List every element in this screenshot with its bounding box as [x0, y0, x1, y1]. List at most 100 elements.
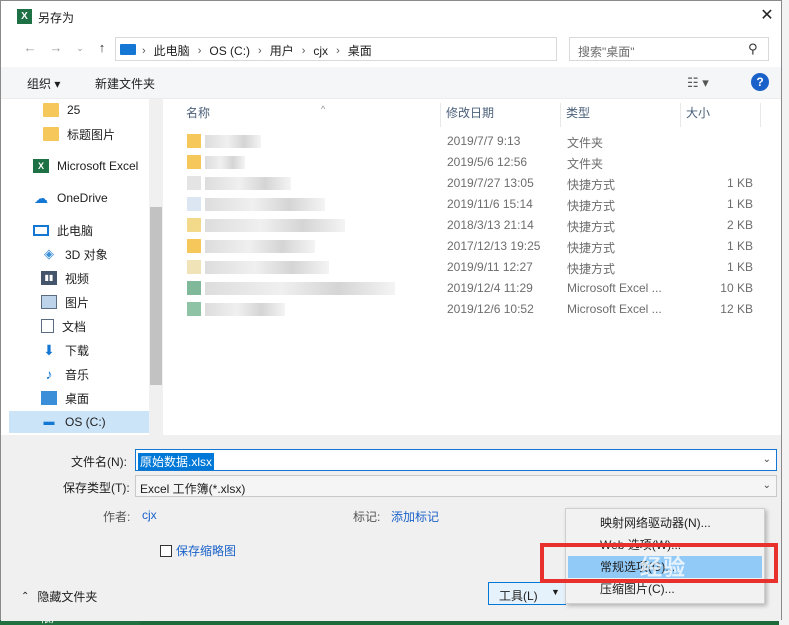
author-label: 作者:	[103, 510, 131, 524]
up-arrow-icon[interactable]: ↑	[93, 39, 111, 57]
menu-item-map-network-drive[interactable]: 映射网络驱动器(N)...	[568, 512, 762, 534]
shortcut-icon	[187, 218, 201, 232]
search-box[interactable]: 搜索"桌面" ⚲	[569, 37, 769, 61]
command-toolbar: 组织 ▾ 新建文件夹 ☷ ▾ ?	[1, 67, 781, 99]
chevron-right-icon[interactable]: ›	[198, 45, 202, 57]
documents-icon	[41, 319, 54, 333]
breadcrumb: › 此电脑 › OS (C:) › 用户 › cjx › 桌面	[142, 42, 372, 59]
chevron-right-icon[interactable]: ›	[302, 45, 306, 57]
pictures-icon	[41, 295, 57, 309]
sidebar-item-3d-objects[interactable]: ◈ 3D 对象	[9, 243, 149, 265]
3d-objects-icon: ◈	[44, 246, 54, 261]
breadcrumb-users[interactable]: 用户	[270, 42, 294, 59]
filename-label: 文件名(N):	[71, 455, 127, 469]
breadcrumb-os-c[interactable]: OS (C:)	[209, 44, 250, 58]
drive-icon: ▬	[43, 416, 55, 428]
sort-ascending-icon: ^	[321, 104, 326, 114]
sidebar-item-this-pc[interactable]: 此电脑	[9, 219, 149, 241]
sidebar-item-documents[interactable]: 文档	[9, 315, 149, 337]
chevron-down-icon[interactable]: ⌄	[763, 454, 771, 465]
table-row[interactable]: 2019/5/6 12:56 文件夹	[165, 152, 781, 173]
folder-icon	[43, 127, 59, 141]
filetype-label: 保存类型(T):	[63, 481, 130, 495]
chevron-down-icon[interactable]: ⌄	[763, 480, 771, 491]
navigation-bar: ← → ⌄ ↑ › 此电脑 › OS (C:) › 用户 › cjx › 桌面 …	[1, 35, 781, 63]
navigation-pane: 25 标题图片 X Microsoft Excel ☁ OneDrive 此电脑…	[9, 99, 165, 435]
save-thumbnail-checkbox[interactable]	[160, 545, 172, 557]
address-bar[interactable]: › 此电脑 › OS (C:) › 用户 › cjx › 桌面 ⌄ ↻	[115, 37, 666, 61]
table-row[interactable]: 2018/3/13 21:14 快捷方式 2 KB	[165, 215, 781, 236]
table-row[interactable]: 2019/11/6 15:14 快捷方式 1 KB	[165, 194, 781, 215]
column-header-name[interactable]: ^ 名称	[181, 103, 441, 127]
table-row[interactable]: 2019/12/4 11:29 Microsoft Excel ... 10 K…	[165, 278, 781, 299]
dialog-title: 另存为	[38, 11, 75, 25]
sidebar-item-label: 下载	[65, 343, 90, 358]
filetype-select[interactable]: Excel 工作簿(*.xlsx) ⌄	[135, 475, 777, 497]
breadcrumb-this-pc[interactable]: 此电脑	[154, 42, 190, 59]
view-options-icon[interactable]: ☷ ▾	[687, 75, 709, 91]
new-folder-button[interactable]: 新建文件夹	[95, 75, 155, 92]
table-row[interactable]: 2019/9/11 12:27 快捷方式 1 KB	[165, 257, 781, 278]
column-header-size[interactable]: 大小	[681, 103, 761, 127]
organize-button[interactable]: 组织 ▾	[27, 75, 60, 92]
forward-arrow-icon[interactable]: →	[47, 39, 65, 57]
video-icon: ▮▮	[41, 271, 57, 285]
table-row[interactable]: 2017/12/13 19:25 快捷方式 1 KB	[165, 236, 781, 257]
sidebar-item-os-c[interactable]: ▬ OS (C:)	[9, 411, 149, 433]
excel-icon: X	[33, 159, 49, 173]
sidebar-item-pictures[interactable]: 图片	[9, 291, 149, 313]
blurred-filename	[205, 282, 395, 295]
save-thumbnail-label[interactable]: 保存缩略图	[176, 542, 236, 559]
filename-field[interactable]: 原始数据.xlsx ⌄	[135, 449, 777, 471]
sidebar-item-label: 桌面	[65, 391, 90, 406]
shortcut-icon	[187, 239, 201, 253]
filename-value[interactable]: 原始数据.xlsx	[138, 453, 215, 470]
search-icon[interactable]: ⚲	[748, 41, 758, 57]
sidebar-scrollbar-thumb[interactable]	[150, 207, 162, 385]
sidebar-item-label: OneDrive	[57, 191, 108, 205]
search-input[interactable]: 搜索"桌面"	[578, 43, 635, 60]
sidebar-item-label: 图片	[65, 295, 90, 310]
sidebar-item-music[interactable]: ♪ 音乐	[9, 363, 149, 385]
excel-file-icon	[187, 302, 201, 316]
chevron-right-icon[interactable]: ›	[336, 45, 340, 57]
breadcrumb-desktop[interactable]: 桌面	[348, 42, 372, 59]
desktop-icon	[41, 391, 57, 405]
table-row[interactable]: 2019/7/7 9:13 文件夹	[165, 131, 781, 152]
sidebar-item-label: 文档	[62, 319, 87, 334]
music-icon: ♪	[45, 366, 53, 382]
sidebar-item-title-images[interactable]: 标题图片	[9, 123, 149, 145]
watermark-text: 经验	[640, 555, 687, 580]
sidebar-item-microsoft-excel[interactable]: X Microsoft Excel	[9, 155, 149, 177]
sidebar-item-25[interactable]: 25	[9, 99, 149, 121]
add-tag-link[interactable]: 添加标记	[391, 508, 439, 525]
sidebar-item-desktop[interactable]: 桌面	[9, 387, 149, 409]
back-arrow-icon[interactable]: ←	[21, 39, 39, 57]
blurred-filename	[205, 156, 245, 169]
chevron-right-icon[interactable]: ›	[258, 45, 262, 57]
excel-icon: X	[17, 9, 32, 24]
column-header-type[interactable]: 类型	[561, 103, 681, 127]
chevron-right-icon[interactable]: ›	[142, 45, 146, 57]
help-icon[interactable]: ?	[751, 73, 769, 91]
shortcut-icon	[187, 260, 201, 274]
sidebar-item-onedrive[interactable]: ☁ OneDrive	[9, 187, 149, 209]
close-button[interactable]: ✕	[755, 5, 779, 29]
author-value[interactable]: cjx	[142, 508, 157, 522]
breadcrumb-cjx[interactable]: cjx	[313, 44, 328, 58]
table-row[interactable]: 2019/12/6 10:52 Microsoft Excel ... 12 K…	[165, 299, 781, 320]
table-row[interactable]: 2019/7/27 13:05 快捷方式 1 KB	[165, 173, 781, 194]
recent-locations-icon[interactable]: ⌄	[71, 39, 89, 57]
tools-button[interactable]: 工具(L) ▼	[488, 582, 566, 605]
sidebar-item-label: Microsoft Excel	[57, 159, 139, 173]
shortcut-icon	[187, 197, 201, 211]
sidebar-item-label: 此电脑	[57, 223, 94, 238]
folder-icon	[43, 103, 59, 117]
folder-icon	[187, 155, 201, 169]
download-icon: ⬇	[43, 342, 55, 358]
chevron-up-icon: ⌃	[21, 591, 30, 602]
sidebar-item-videos[interactable]: ▮▮ 视频	[9, 267, 149, 289]
sidebar-item-downloads[interactable]: ⬇ 下载	[9, 339, 149, 361]
column-header-date[interactable]: 修改日期	[441, 103, 561, 127]
hide-folders-toggle[interactable]: ⌃ 隐藏文件夹	[21, 588, 97, 605]
